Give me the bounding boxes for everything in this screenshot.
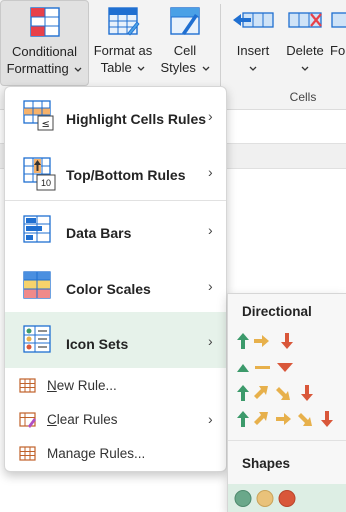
arrow-right-yellow-icon — [276, 413, 291, 425]
new-rule-label: New Rule... — [47, 378, 117, 393]
svg-text:≤: ≤ — [42, 119, 50, 130]
format-button[interactable]: Fo — [330, 0, 346, 86]
chevron-right-icon: › — [208, 222, 213, 238]
icon-set-4-arrows-colored[interactable] — [234, 382, 324, 404]
chevron-right-icon: › — [208, 411, 213, 427]
arrow-up-right-yellow-icon — [254, 412, 268, 425]
color-scales-icon — [23, 271, 51, 299]
data-bars-label: Data Bars — [66, 225, 132, 241]
format-as-table-label-2: Table — [100, 60, 132, 75]
menu-item-manage-rules[interactable]: Manage Rules... — [5, 439, 226, 469]
arrow-up-green-icon — [237, 385, 249, 401]
delete-label: Delete — [286, 43, 324, 58]
new-rule-icon — [19, 378, 36, 393]
icon-sets-label: Icon Sets — [66, 336, 129, 352]
conditional-formatting-button[interactable]: Conditional Formatting — [0, 0, 89, 86]
chevron-down-icon — [301, 66, 309, 71]
clear-rules-label: Clear Rules — [47, 412, 118, 427]
submenu-separator — [228, 440, 346, 441]
menu-item-color-scales[interactable]: Color Scales › — [5, 257, 226, 313]
chevron-down-icon — [249, 66, 257, 71]
top-bottom-icon-text: 10 — [41, 178, 52, 188]
triangle-down-red-icon — [277, 363, 293, 372]
menu-item-clear-rules[interactable]: Clear Rules › — [5, 405, 226, 435]
chevron-right-icon: › — [208, 278, 213, 294]
conditional-formatting-label-2: Formatting — [6, 61, 69, 76]
format-as-table-icon — [108, 7, 140, 36]
circle-red-icon — [278, 490, 296, 507]
menu-item-data-bars[interactable]: Data Bars › — [5, 201, 226, 257]
arrow-up-green-icon — [237, 333, 249, 349]
cell-styles-icon — [170, 7, 200, 35]
arrow-down-right-yellow-icon — [298, 413, 312, 426]
icon-set-3-traffic-lights[interactable] — [228, 484, 346, 512]
delete-button[interactable]: Delete — [280, 0, 330, 86]
triangle-up-green-icon — [237, 364, 249, 372]
circle-yellow-icon — [256, 490, 274, 507]
arrow-right-yellow-icon — [254, 335, 269, 347]
chevron-right-icon: › — [208, 333, 213, 349]
menu-item-top-bottom-rules[interactable]: 10 Top/Bottom Rules › — [5, 143, 226, 199]
shapes-heading: Shapes — [242, 456, 291, 471]
manage-rules-icon — [19, 446, 36, 461]
format-as-table-label-1: Format as — [93, 43, 153, 58]
chevron-down-icon — [137, 66, 145, 71]
delete-cells-icon — [288, 12, 322, 28]
circle-green-icon — [234, 490, 252, 507]
chevron-right-icon: › — [208, 164, 213, 180]
cell-styles-label-2: Styles — [160, 60, 196, 75]
chevron-down-icon — [74, 67, 82, 72]
arrow-up-green-icon — [237, 411, 249, 427]
cell-styles-label-1: Cell — [173, 43, 197, 58]
highlight-cells-icon: ≤ — [23, 100, 54, 131]
format-label: Fo — [330, 43, 346, 58]
icon-sets-icon — [23, 325, 51, 353]
top-bottom-rules-label: Top/Bottom Rules — [66, 167, 186, 183]
arrow-down-red-icon — [321, 411, 333, 427]
conditional-formatting-label-1: Conditional — [11, 44, 78, 59]
dash-yellow-icon — [255, 366, 270, 369]
conditional-formatting-icon — [29, 7, 60, 37]
chevron-right-icon: › — [208, 108, 213, 124]
conditional-formatting-menu: ≤ Highlight Cells Rules › 10 Top/Bottom … — [4, 86, 227, 472]
chevron-down-icon — [202, 66, 209, 71]
format-as-table-button[interactable]: Format as Table — [90, 0, 156, 86]
icon-set-3-arrows-colored[interactable] — [234, 330, 304, 352]
data-bars-icon — [23, 215, 51, 243]
arrow-down-red-icon — [301, 385, 313, 401]
format-cells-icon — [331, 12, 346, 28]
insert-cells-icon — [233, 12, 274, 28]
group-label-cells: Cells — [289, 90, 317, 104]
top-bottom-icon — [23, 157, 56, 191]
color-scales-label: Color Scales — [66, 281, 151, 297]
icon-set-3-triangles[interactable] — [234, 356, 304, 378]
cell-styles-button[interactable]: Cell Styles — [158, 0, 212, 86]
insert-label: Insert — [236, 43, 270, 58]
menu-item-highlight-cells-rules[interactable]: ≤ Highlight Cells Rules › — [5, 87, 226, 143]
arrow-down-red-icon — [281, 333, 293, 349]
directional-heading: Directional — [242, 304, 312, 319]
insert-button[interactable]: Insert — [228, 0, 278, 86]
icon-set-5-arrows-colored[interactable] — [234, 408, 344, 430]
clear-rules-icon — [19, 412, 36, 428]
manage-rules-label: Manage Rules... — [47, 446, 146, 461]
arrow-up-right-yellow-icon — [254, 386, 268, 399]
arrow-down-right-yellow-icon — [276, 387, 290, 400]
icon-sets-submenu: Directional Shapes — [227, 293, 346, 512]
menu-item-new-rule[interactable]: New Rule... — [5, 371, 226, 401]
highlight-cells-rules-label: Highlight Cells Rules — [66, 111, 207, 127]
menu-item-icon-sets[interactable]: Icon Sets › — [5, 312, 226, 368]
